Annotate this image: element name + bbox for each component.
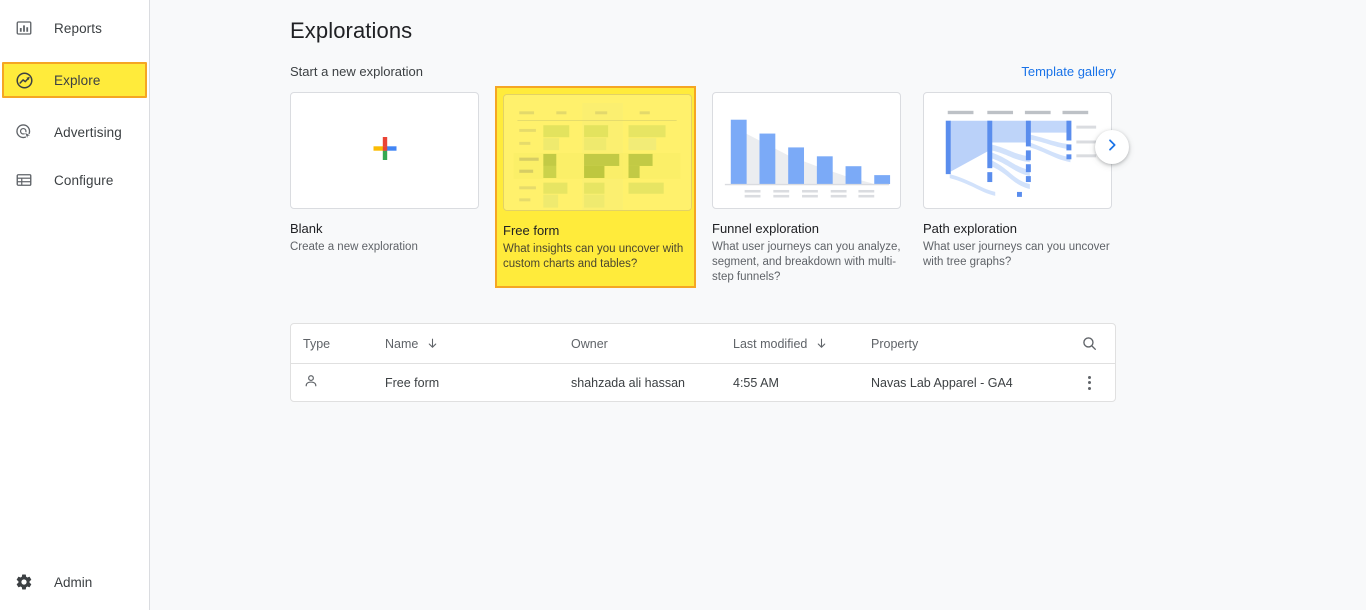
configure-icon: [14, 170, 34, 190]
row-type-icon-cell: [303, 373, 385, 392]
column-header-last-modified[interactable]: Last modified: [733, 337, 871, 351]
carousel-next-button[interactable]: [1095, 130, 1129, 164]
table-header-row: Type Name Owner Last modified Property: [291, 324, 1115, 364]
template-card-title: Free form: [503, 223, 560, 238]
template-card-funnel-exploration[interactable]: Funnel exploration What user journeys ca…: [712, 92, 901, 288]
app-root: Reports Explore Advertising Configure Ad…: [0, 0, 1366, 610]
template-card-title: Blank: [290, 221, 323, 236]
path-sankey-thumbnail: [945, 110, 1097, 197]
search-icon[interactable]: [1075, 335, 1103, 352]
person-icon: [303, 373, 319, 392]
sidebar-item-advertising[interactable]: Advertising: [0, 118, 149, 146]
sidebar-item-label: Configure: [54, 172, 114, 188]
funnel-bar-chart-thumbnail: [724, 119, 891, 198]
sidebar-item-reports[interactable]: Reports: [0, 14, 149, 42]
sidebar-item-label: Admin: [54, 574, 93, 590]
template-card-description: What user journeys can you analyze, segm…: [712, 241, 901, 283]
sidebar: Reports Explore Advertising Configure Ad…: [0, 0, 150, 610]
sort-descending-icon[interactable]: [426, 337, 439, 350]
row-owner: shahzada ali hassan: [571, 375, 685, 390]
exploration-template-carousel: Blank Create a new exploration Free form…: [290, 86, 1129, 288]
row-last-modified: 4:55 AM: [733, 375, 779, 390]
advertising-icon: [14, 122, 34, 142]
gear-icon: [14, 572, 34, 592]
row-actions-button[interactable]: [1075, 375, 1103, 390]
row-name[interactable]: Free form: [385, 376, 571, 390]
sidebar-item-explore[interactable]: Explore: [2, 62, 147, 98]
template-thumbnail-path: [923, 92, 1112, 209]
sort-descending-icon[interactable]: [815, 337, 828, 350]
explore-icon: [14, 70, 34, 90]
column-header-owner[interactable]: Owner: [571, 337, 733, 351]
template-card-path-exploration[interactable]: Path exploration What user journeys can …: [923, 92, 1112, 288]
column-header-property[interactable]: Property: [871, 337, 1071, 351]
column-header-name-label: Name: [385, 336, 419, 351]
subheader-row: Start a new exploration Template gallery: [290, 64, 1116, 79]
column-header-type[interactable]: Type: [303, 337, 385, 351]
column-header-last-modified-label: Last modified: [733, 336, 808, 351]
free-form-table-thumbnail: [513, 103, 681, 210]
explorations-table: Type Name Owner Last modified Property F…: [290, 323, 1116, 402]
kebab-menu-icon[interactable]: [1087, 375, 1091, 390]
template-thumbnail-free-form: [503, 94, 692, 211]
template-card-free-form[interactable]: Free form What insights can you uncover …: [495, 86, 696, 288]
sidebar-nav-list: Reports Explore Advertising Configure: [0, 0, 149, 194]
template-thumbnail-blank: [290, 92, 479, 209]
sidebar-item-admin[interactable]: Admin: [0, 568, 92, 596]
main-content: Explorations Start a new exploration Tem…: [150, 0, 1366, 610]
template-card-description: What user journeys can you uncover with …: [923, 241, 1110, 268]
start-new-exploration-label: Start a new exploration: [290, 64, 423, 79]
column-header-name[interactable]: Name: [385, 337, 571, 351]
chevron-right-icon: [1104, 137, 1120, 158]
row-property: Navas Lab Apparel - GA4: [871, 375, 1013, 390]
template-card-description: Create a new exploration: [290, 241, 418, 253]
template-card-title: Path exploration: [923, 221, 1017, 236]
template-card-blank[interactable]: Blank Create a new exploration: [290, 92, 479, 288]
plus-icon: [371, 134, 399, 167]
page-title: Explorations: [290, 18, 413, 43]
sidebar-item-label: Explore: [54, 72, 101, 88]
table-row[interactable]: Free form shahzada ali hassan 4:55 AM Na…: [291, 364, 1115, 401]
bar-chart-icon: [14, 18, 34, 38]
template-card-title: Funnel exploration: [712, 221, 819, 236]
sidebar-item-label: Reports: [54, 20, 102, 36]
template-gallery-link[interactable]: Template gallery: [1021, 64, 1116, 79]
sidebar-item-label: Advertising: [54, 124, 122, 140]
template-card-description: What insights can you uncover with custo…: [503, 243, 684, 270]
sidebar-item-configure[interactable]: Configure: [0, 166, 149, 194]
template-thumbnail-funnel: [712, 92, 901, 209]
